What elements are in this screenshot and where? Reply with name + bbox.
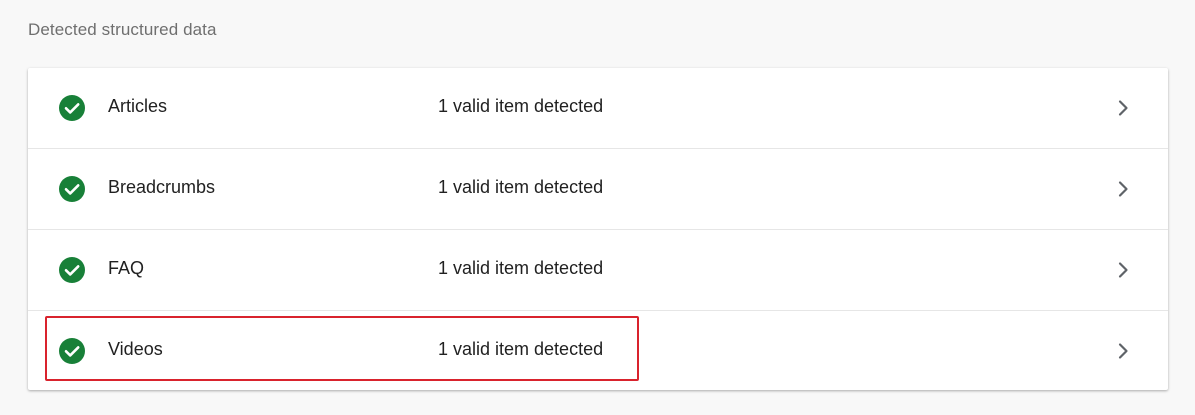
check-circle-icon [59, 338, 85, 364]
check-circle-icon [59, 257, 85, 283]
chevron-right-icon[interactable] [1112, 97, 1134, 119]
chevron-right-icon[interactable] [1112, 340, 1134, 362]
row-label: Articles [108, 96, 168, 116]
chevron-right-icon[interactable] [1112, 178, 1134, 200]
row-label: FAQ [108, 258, 145, 278]
structured-data-row-faq[interactable]: FAQ 1 valid item detected [28, 230, 1168, 310]
section-title: Detected structured data [28, 20, 217, 39]
row-label: Videos [108, 339, 163, 359]
structured-data-row-breadcrumbs[interactable]: Breadcrumbs 1 valid item detected [28, 149, 1168, 229]
check-circle-icon [59, 176, 85, 202]
structured-data-row-videos[interactable]: Videos 1 valid item detected [28, 311, 1168, 390]
structured-data-row-articles[interactable]: Articles 1 valid item detected [28, 68, 1168, 148]
check-circle-icon [59, 95, 85, 121]
structured-data-card: Articles 1 valid item detected Breadcrum… [28, 68, 1168, 390]
row-status: 1 valid item detected [438, 339, 604, 359]
row-status: 1 valid item detected [438, 177, 604, 197]
chevron-right-icon[interactable] [1112, 259, 1134, 281]
row-label: Breadcrumbs [108, 177, 216, 197]
row-status: 1 valid item detected [438, 258, 604, 278]
row-status: 1 valid item detected [438, 96, 604, 116]
